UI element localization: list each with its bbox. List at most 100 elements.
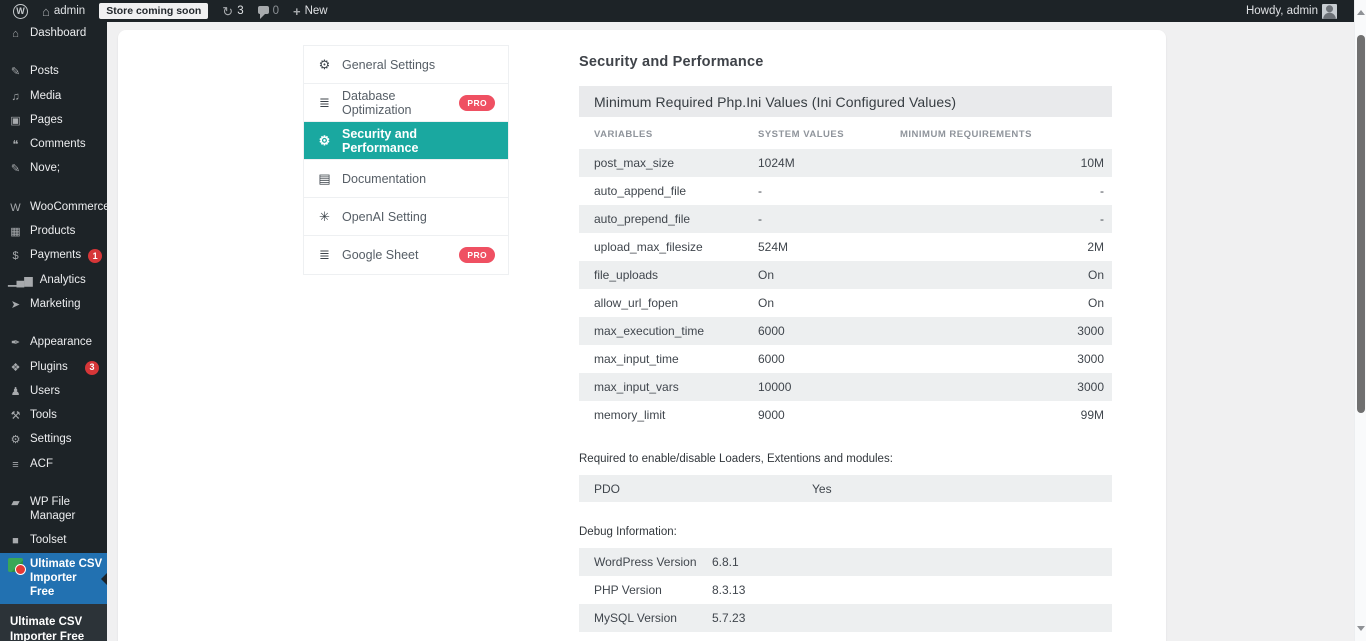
ini-table-row: auto_prepend_file - - xyxy=(579,205,1112,233)
comments-icon: ❝ xyxy=(8,138,23,152)
plugins-icon: ❖ xyxy=(8,361,23,375)
debug-table: WordPress Version 6.8.1 PHP Version 8.3.… xyxy=(579,548,1112,641)
ini-table-title: Minimum Required Php.Ini Values (Ini Con… xyxy=(579,86,1112,117)
toolset-icon: ■ xyxy=(8,534,23,548)
settings-card: ⚙ General Settings ≣ Database Optimizati… xyxy=(118,30,1166,641)
updates-link[interactable]: ↻ 3 xyxy=(215,0,250,22)
tools-icon: ⚒ xyxy=(8,409,23,423)
openai-icon: ✳ xyxy=(317,209,332,225)
updates-count: 3 xyxy=(237,5,243,17)
settings-tab[interactable]: ⚙ General Settings xyxy=(304,46,508,84)
sidebar-item[interactable]: ♟ Users xyxy=(0,380,107,404)
col-minimum-requirements: MINIMUM REQUIREMENTS xyxy=(900,129,1112,140)
count-badge: 3 xyxy=(85,361,99,375)
sidebar-item[interactable]: ▰ WP File Manager xyxy=(0,491,107,529)
ini-table-row: memory_limit 9000 99M xyxy=(579,401,1112,429)
account-menu[interactable]: Howdy, admin xyxy=(1239,0,1344,22)
sidebar-item[interactable]: ➤ Marketing xyxy=(0,293,107,317)
howdy-text: Howdy, admin xyxy=(1246,5,1318,17)
nove-icon: ✎ xyxy=(8,162,23,176)
settings-tab[interactable]: ≣ Database Optimization PRO xyxy=(304,84,508,122)
store-status-link[interactable]: Store coming soon xyxy=(92,0,215,22)
page-title: Security and Performance xyxy=(579,54,1112,70)
security-icon: ⚙ xyxy=(317,133,332,149)
gear-icon: ⚙ xyxy=(317,57,332,73)
users-icon: ♟ xyxy=(8,385,23,399)
marketing-icon: ➤ xyxy=(8,298,23,312)
csv-importer-icon xyxy=(8,558,23,572)
sidebar-item[interactable]: ⚒ Tools xyxy=(0,404,107,428)
sidebar-item[interactable]: ▁▄▆ Analytics xyxy=(0,269,107,293)
sidebar-item[interactable]: ■ Toolset xyxy=(0,529,107,553)
sidebar-item[interactable]: ⌂ Dashboard xyxy=(0,22,107,46)
content-area: ⚙ General Settings ≣ Database Optimizati… xyxy=(107,22,1354,641)
sidebar-item[interactable]: $ Payments 1 xyxy=(0,244,107,268)
google-sheet-icon: ≣ xyxy=(317,247,332,263)
admin-sidebar: ⌂ Dashboard ✎ Posts ♫ Media ▣ Pages ❝ Co… xyxy=(0,22,107,641)
settings-tab[interactable]: ≣ Google Sheet PRO xyxy=(304,236,508,274)
site-name-link[interactable]: ⌂ admin xyxy=(35,0,92,22)
sidebar-item[interactable]: ⚙ Settings xyxy=(0,428,107,452)
ini-table-header: VARIABLES SYSTEM VALUES MINIMUM REQUIREM… xyxy=(579,117,1112,149)
scroll-up-arrow[interactable] xyxy=(1357,6,1365,15)
settings-tab-list: ⚙ General Settings ≣ Database Optimizati… xyxy=(303,45,509,275)
wordpress-menu[interactable]: W xyxy=(6,0,35,22)
pro-badge: PRO xyxy=(459,247,495,263)
pages-icon: ▣ xyxy=(8,114,23,128)
database-icon: ≣ xyxy=(317,95,332,111)
tab-panel-security: Security and Performance Minimum Require… xyxy=(579,48,1112,641)
sidebar-item[interactable]: ≡ ACF xyxy=(0,453,107,477)
acf-icon: ≡ xyxy=(8,458,23,472)
col-system-values: SYSTEM VALUES xyxy=(758,129,900,140)
sidebar-item[interactable]: ❝ Comments xyxy=(0,133,107,157)
submenu-item-ultimate-csv-importer[interactable]: Ultimate CSV Importer Free xyxy=(0,610,107,641)
home-icon: ⌂ xyxy=(42,5,50,18)
sidebar-item[interactable]: ♫ Media xyxy=(0,85,107,109)
ini-table-row: max_input_time 6000 3000 xyxy=(579,345,1112,373)
sidebar-item[interactable]: ✎ Posts xyxy=(0,60,107,84)
ini-table-row: upload_max_filesize 524M 2M xyxy=(579,233,1112,261)
sidebar-item[interactable]: ▦ Products xyxy=(0,220,107,244)
sidebar-menu: ⌂ Dashboard ✎ Posts ♫ Media ▣ Pages ❝ Co… xyxy=(0,22,107,604)
woocommerce-icon: W xyxy=(8,201,23,215)
sidebar-item[interactable]: ❖ Plugins 3 xyxy=(0,356,107,380)
debug-row: WordPress Version 6.8.1 xyxy=(579,548,1112,576)
payments-icon: $ xyxy=(8,249,23,263)
site-name: admin xyxy=(54,5,85,17)
media-icon: ♫ xyxy=(8,90,23,104)
products-icon: ▦ xyxy=(8,225,23,239)
settings-tab[interactable]: ⚙ Security and Performance xyxy=(304,122,508,160)
ini-table: post_max_size 1024M 10M auto_append_file… xyxy=(579,149,1112,429)
ini-table-row: max_input_vars 10000 3000 xyxy=(579,373,1112,401)
scrollbar-thumb[interactable] xyxy=(1357,35,1365,413)
analytics-icon: ▁▄▆ xyxy=(8,274,33,288)
page-scrollbar[interactable] xyxy=(1354,0,1366,641)
scroll-down-arrow[interactable] xyxy=(1357,626,1365,635)
debug-row: MySQL Version 5.7.23 xyxy=(579,604,1112,632)
ini-table-row: post_max_size 1024M 10M xyxy=(579,149,1112,177)
wordpress-logo-icon: W xyxy=(13,4,28,19)
admin-bar: W ⌂ admin Store coming soon ↻ 3 0 + New … xyxy=(0,0,1354,22)
dashboard-icon: ⌂ xyxy=(8,27,23,41)
wp-file-manager-icon: ▰ xyxy=(8,496,23,510)
count-badge: 1 xyxy=(88,249,102,263)
sidebar-item[interactable]: W WooCommerce xyxy=(0,196,107,220)
updates-icon: ↻ xyxy=(222,5,233,18)
store-status-badge: Store coming soon xyxy=(99,3,208,19)
ini-table-row: max_execution_time 6000 3000 xyxy=(579,317,1112,345)
sidebar-item[interactable]: Ultimate CSV Importer Free xyxy=(0,553,107,604)
csv-importer-submenu: Ultimate CSV Importer Free Manage Addons xyxy=(0,604,107,641)
new-label: New xyxy=(305,5,328,17)
comments-link[interactable]: 0 xyxy=(251,0,286,22)
appearance-icon: ✒ xyxy=(8,336,23,350)
plus-icon: + xyxy=(293,5,301,18)
loaders-heading: Required to enable/disable Loaders, Exte… xyxy=(579,453,1112,465)
settings-tab[interactable]: ▤ Documentation xyxy=(304,160,508,198)
new-content-link[interactable]: + New xyxy=(286,0,335,22)
sidebar-item[interactable]: ✎ Nove; xyxy=(0,157,107,181)
debug-row: PHP Version 8.3.13 xyxy=(579,576,1112,604)
sidebar-item[interactable]: ▣ Pages xyxy=(0,109,107,133)
sidebar-item[interactable]: ✒ Appearance xyxy=(0,331,107,355)
settings-tab[interactable]: ✳ OpenAI Setting xyxy=(304,198,508,236)
ini-table-row: allow_url_fopen On On xyxy=(579,289,1112,317)
